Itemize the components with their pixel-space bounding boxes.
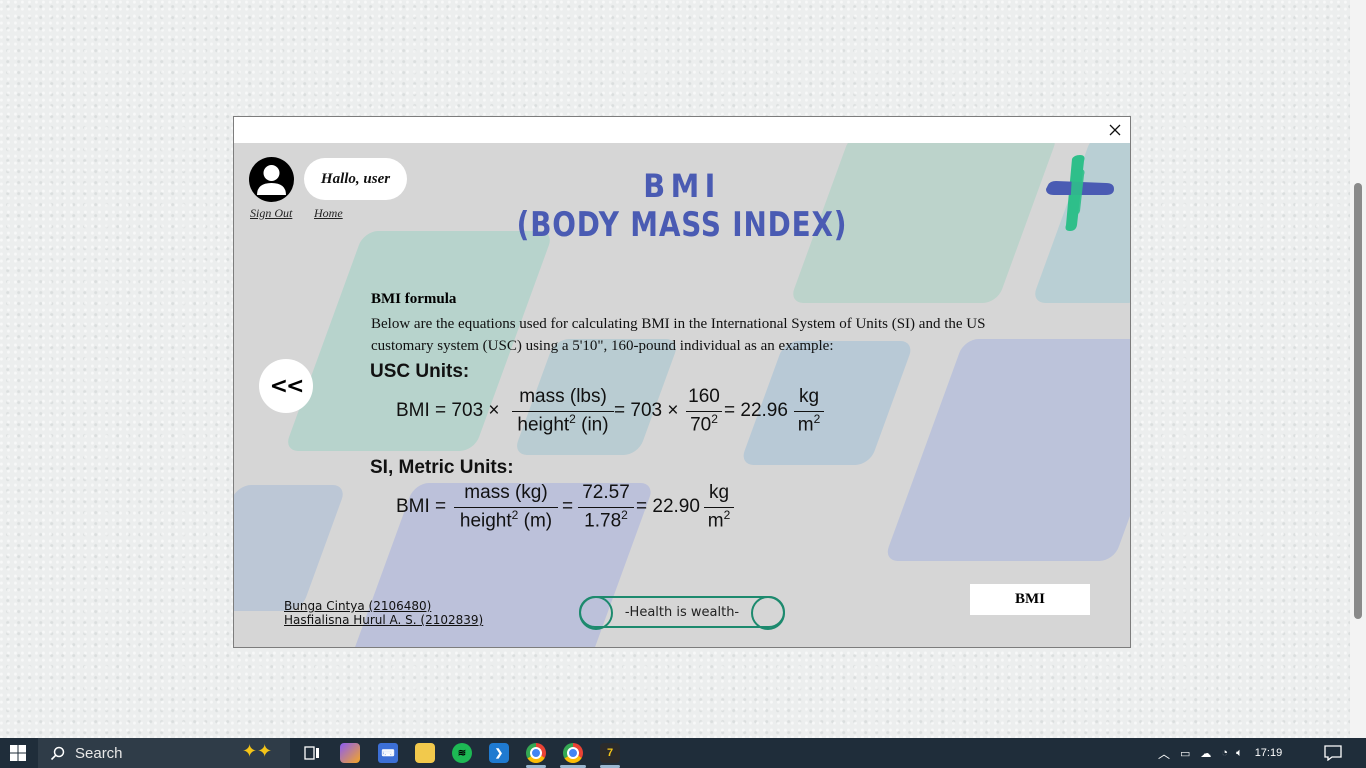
usc-fraction-2: 160 702 (686, 386, 722, 436)
page-title: BMI (643, 167, 721, 205)
bmi-window: Hallo, user Sign Out Home BMI (BODY MASS… (233, 116, 1131, 648)
formula-heading: BMI formula (371, 291, 457, 307)
taskbar: Search ✦✦ ⌨ ≋ ❯ 7 ︿ ▭ ☁ ◔ 🔈︎ 17:19 (0, 738, 1366, 768)
usc-heading: USC Units: (370, 361, 470, 382)
motto-ring-right (751, 596, 785, 630)
si-unit-numerator: kg (708, 482, 730, 503)
si-denominator-1: height2 (m) (459, 508, 553, 532)
si-unit-denominator: m2 (707, 508, 731, 532)
usc-numerator-2: 160 (688, 386, 720, 407)
usc-denominator-1: height2 (in) (517, 412, 609, 436)
back-button[interactable]: << (259, 359, 313, 413)
page-scrollbar[interactable] (1350, 0, 1366, 738)
bg-shape (234, 485, 347, 611)
motto-ring-left (579, 596, 613, 630)
si-unit-fraction: kg m2 (704, 482, 734, 532)
bmi-button[interactable]: BMI (970, 584, 1090, 615)
search-icon (50, 746, 65, 761)
usc-unit-numerator: kg (798, 386, 820, 407)
motto-banner: -Health is wealth- (579, 596, 785, 630)
usc-mid: = 703 × (614, 400, 679, 421)
page-subtitle: (BODY MASS INDEX) (516, 205, 848, 245)
file-explorer-icon[interactable] (415, 743, 435, 763)
scrollbar-thumb[interactable] (1354, 183, 1362, 619)
usc-lhs: BMI = 703 × (396, 400, 500, 421)
task-view-icon[interactable] (302, 743, 322, 763)
search-label: Search (75, 744, 123, 762)
windows-icon (10, 745, 26, 761)
onedrive-cloud-icon[interactable]: ☁ (1200, 747, 1211, 760)
keyboard-app-icon[interactable]: ⌨ (378, 743, 398, 763)
usc-unit-fraction: kg m2 (794, 386, 824, 436)
usc-unit-denominator: m2 (797, 412, 821, 436)
motto-text: -Health is wealth- (624, 604, 740, 620)
si-numerator-2: 72.57 (582, 482, 630, 503)
chevron-up-icon[interactable]: ︿ (1158, 745, 1170, 762)
chrome-profile-icon[interactable] (563, 743, 583, 763)
clock[interactable]: 17:19 (1255, 747, 1283, 759)
credits: Bunga Cintya (2106480) Hasfialisna Hurul… (284, 599, 483, 627)
chrome-icon[interactable] (526, 743, 546, 763)
health-cross-logo (1046, 155, 1114, 231)
close-button[interactable] (1104, 119, 1126, 141)
taskbar-search[interactable]: Search ✦✦ (38, 738, 290, 768)
formula-description: Below are the equations used for calcula… (371, 316, 986, 354)
bg-shape (883, 339, 1130, 561)
si-equals: = (562, 496, 574, 517)
python-idle-icon[interactable]: 7 (600, 743, 620, 763)
start-button[interactable] (0, 738, 36, 768)
wifi-icon[interactable]: ◔ (1221, 747, 1228, 759)
system-tray: ︿ ▭ ☁ ◔ 🔈︎ 17:19 (1158, 738, 1282, 768)
credit-line-2: Hasfialisna Hurul A. S. (2102839) (284, 613, 484, 627)
si-result: = 22.90 (636, 496, 700, 517)
si-denominator-2: 1.782 (584, 508, 628, 532)
si-numerator-1: mass (kg) (464, 482, 548, 503)
usc-numerator-1: mass (lbs) (519, 386, 607, 407)
window-titlebar (234, 117, 1130, 143)
notifications-icon[interactable] (1323, 743, 1343, 763)
vscode-icon[interactable]: ❯ (489, 743, 509, 763)
bmi-content: Hallo, user Sign Out Home BMI (BODY MASS… (234, 143, 1130, 647)
copilot-icon[interactable] (340, 743, 360, 763)
si-fraction-2: 72.57 1.782 (578, 482, 634, 532)
si-lhs: BMI = (396, 496, 447, 517)
usc-result: = 22.96 (724, 400, 788, 421)
si-fraction-1: mass (kg) height2 (m) (454, 482, 558, 532)
battery-icon[interactable]: ▭ (1180, 747, 1190, 760)
sign-out-link[interactable]: Sign Out (250, 206, 292, 221)
credit-line-1: Bunga Cintya (2106480) (284, 599, 432, 613)
usc-fraction-1: mass (lbs) height2 (in) (512, 386, 614, 436)
close-icon (1109, 124, 1121, 136)
si-heading: SI, Metric Units: (370, 457, 514, 478)
volume-icon[interactable]: 🔈︎ (1236, 747, 1243, 760)
copilot-sparkle-icon: ✦✦ (242, 741, 273, 761)
usc-denominator-2: 702 (690, 412, 718, 436)
spotify-icon[interactable]: ≋ (452, 743, 472, 763)
